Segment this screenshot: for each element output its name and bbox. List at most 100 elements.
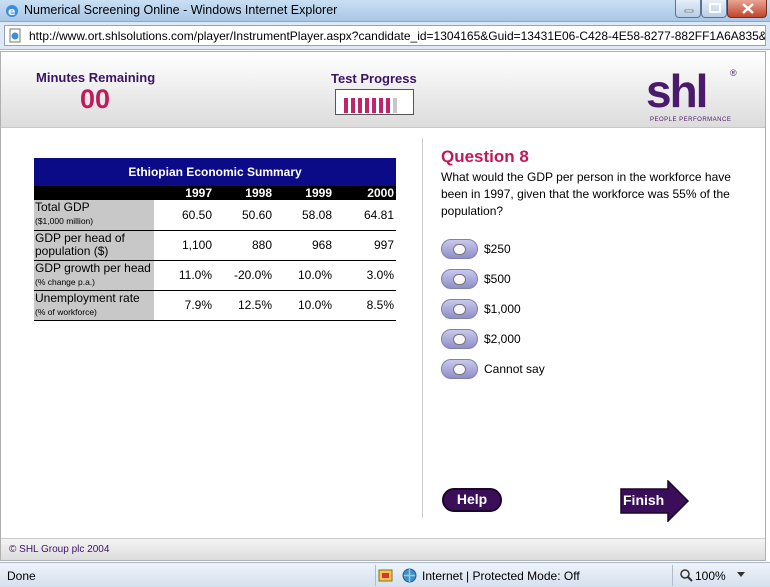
row-label-main: GDP growth per head	[35, 260, 151, 275]
progress-segment	[393, 98, 397, 113]
close-button[interactable]	[727, 0, 767, 18]
security-icon	[378, 569, 393, 582]
row-label-main: Total GDP	[35, 200, 90, 215]
table-caption: Ethiopian Economic Summary	[34, 158, 396, 186]
row-label: GDP growth per head (% change p.a.)	[34, 260, 154, 291]
year-header: 2000	[334, 186, 396, 200]
answer-option[interactable]: Cannot say	[441, 358, 661, 382]
progress-segment	[351, 98, 355, 113]
copyright-text: © SHL Group plc 2004	[9, 544, 110, 555]
progress-segment	[386, 98, 390, 113]
test-progress-bar	[335, 89, 414, 115]
question-title: Question 8	[441, 147, 529, 166]
test-footer: © SHL Group plc 2004	[1, 538, 765, 560]
panel-divider	[422, 138, 423, 518]
answer-option[interactable]: $1,000	[441, 298, 661, 322]
test-player: Minutes Remaining 00 Test Progress shl ®…	[0, 51, 766, 561]
table-cell: 60.50	[154, 200, 214, 231]
minutes-remaining-label: Minutes Remaining	[36, 70, 156, 85]
progress-segment	[372, 98, 376, 113]
table-cell: 3.0%	[334, 260, 396, 291]
shl-logo: shl ® PEOPLE PERFORMANCE	[646, 65, 741, 128]
option-label[interactable]: $250	[484, 242, 511, 256]
table-cell: 968	[274, 230, 334, 261]
help-button[interactable]: Help	[442, 488, 502, 512]
minimize-button[interactable]	[675, 0, 701, 18]
table-cell: 7.9%	[154, 290, 214, 321]
url-text: http://www.ort.shlsolutions.com/player/I…	[29, 29, 766, 43]
radio-knob	[453, 274, 466, 285]
table-cell: -20.0%	[214, 260, 274, 291]
table-cell: 10.0%	[274, 290, 334, 321]
answer-option[interactable]: $2,000	[441, 328, 661, 352]
globe-icon	[402, 568, 417, 583]
option-label[interactable]: $500	[484, 272, 511, 286]
table-row: Total GDP ($1,000 million) 60.50 50.60 58…	[34, 200, 396, 231]
status-text: Done	[7, 569, 36, 583]
row-label-main: Unemployment rate	[35, 290, 140, 305]
svg-text:e: e	[8, 5, 15, 18]
answer-option[interactable]: $500	[441, 268, 661, 292]
page-icon	[9, 28, 21, 43]
minimize-icon	[684, 9, 694, 13]
zoom-level: 100%	[695, 569, 726, 583]
test-progress-label: Test Progress	[331, 71, 417, 86]
table-cell: 64.81	[334, 200, 396, 231]
table-cell: 12.5%	[214, 290, 274, 321]
table-row: Unemployment rate (% of workforce) 7.9% 1…	[34, 290, 396, 321]
option-label[interactable]: Cannot say	[484, 362, 545, 376]
progress-segment	[344, 98, 348, 113]
status-bar: Done Internet | Protected Mode: Off 100%	[0, 562, 770, 587]
year-header: 1999	[274, 186, 334, 200]
finish-button[interactable]: Finish	[620, 480, 690, 522]
option-label[interactable]: $1,000	[484, 302, 521, 316]
radio-knob	[453, 244, 466, 255]
chevron-down-icon[interactable]	[736, 571, 746, 579]
table-cell: 880	[214, 230, 274, 261]
year-header: 1997	[154, 186, 214, 200]
option-radio[interactable]	[441, 269, 478, 289]
window-titlebar: e Numerical Screening Online - Windows I…	[0, 0, 770, 22]
progress-segment	[365, 98, 369, 113]
row-label-sub: ($1,000 million)	[35, 216, 94, 227]
table-cell: 997	[334, 230, 396, 261]
window-title: Numerical Screening Online - Windows Int…	[24, 3, 338, 17]
logo-tagline: PEOPLE PERFORMANCE	[650, 117, 732, 123]
progress-segment	[379, 98, 383, 113]
logo-registered-mark: ®	[730, 68, 737, 78]
row-label: Total GDP ($1,000 million)	[34, 200, 154, 231]
option-radio[interactable]	[441, 359, 478, 379]
economic-summary-table: Ethiopian Economic Summary 1997 1998 199…	[34, 158, 396, 321]
row-label: GDP per head of population ($)	[34, 230, 154, 261]
close-icon	[742, 3, 754, 14]
address-field[interactable]: http://www.ort.shlsolutions.com/player/I…	[4, 25, 766, 46]
radio-knob	[453, 304, 466, 315]
option-label[interactable]: $2,000	[484, 332, 521, 346]
option-radio[interactable]	[441, 329, 478, 349]
answer-option[interactable]: $250	[441, 238, 661, 262]
table-cell: 11.0%	[154, 260, 214, 291]
table-row: GDP per head of population ($) 1,100 880…	[34, 230, 396, 261]
ie-icon: e	[6, 5, 18, 18]
maximize-icon	[709, 3, 721, 13]
question-text: What would the GDP per person in the wor…	[441, 170, 731, 218]
row-label-sub: (% change p.a.)	[35, 276, 96, 287]
zoom-icon	[680, 569, 693, 582]
test-header: Minutes Remaining 00 Test Progress shl ®…	[1, 52, 765, 128]
radio-knob	[453, 364, 466, 375]
table-row: GDP growth per head (% change p.a.) 11.0%…	[34, 260, 396, 291]
finish-label[interactable]: Finish	[623, 492, 664, 508]
maximize-button[interactable]	[701, 0, 727, 18]
security-zone-panel[interactable]: Internet | Protected Mode: Off	[375, 565, 669, 586]
zoom-control[interactable]: 100%	[672, 565, 770, 586]
option-radio[interactable]	[441, 299, 478, 319]
security-zone-text: Internet | Protected Mode: Off	[422, 569, 580, 583]
table-cell: 58.08	[274, 200, 334, 231]
table-cell: 10.0%	[274, 260, 334, 291]
option-radio[interactable]	[441, 239, 478, 259]
minutes-remaining-value: 00	[80, 84, 111, 114]
table-cell: 1,100	[154, 230, 214, 261]
address-bar: http://www.ort.shlsolutions.com/player/I…	[0, 22, 770, 50]
year-header: 1998	[214, 186, 274, 200]
table-cell: 50.60	[214, 200, 274, 231]
